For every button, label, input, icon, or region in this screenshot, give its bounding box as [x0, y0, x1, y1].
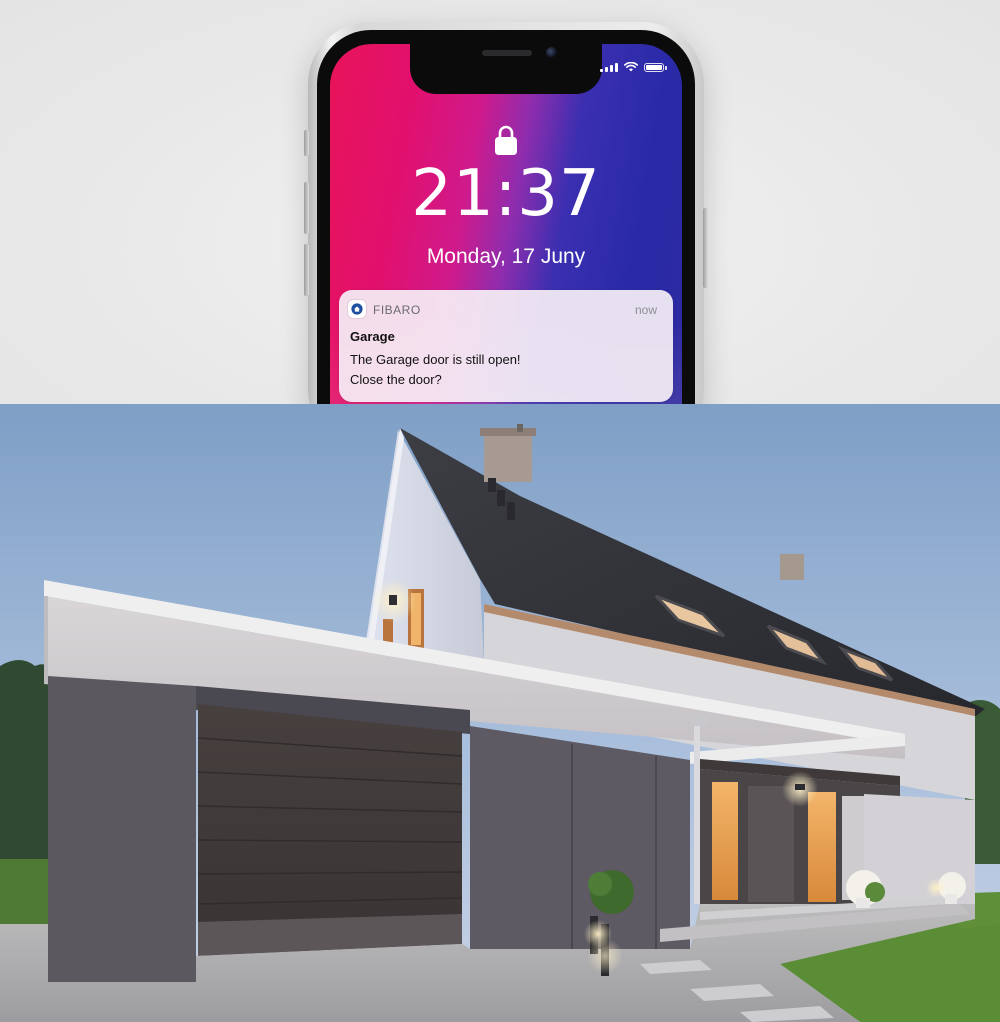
notification-body: The Garage door is still open! Close the… — [350, 350, 650, 390]
lock-icon — [495, 125, 517, 155]
camera-icon — [546, 47, 557, 58]
notch — [410, 44, 602, 94]
side-button — [703, 208, 708, 288]
phone-showcase: 21:37 Monday, 17 Juny FIBARO now Garage … — [0, 0, 1000, 404]
lock-screen-date: Monday, 17 Juny — [426, 245, 586, 268]
status-bar — [600, 62, 667, 72]
speaker — [482, 50, 532, 56]
mute-switch — [304, 130, 309, 156]
fibaro-notification[interactable]: FIBARO now Garage The Garage door is sti… — [339, 290, 673, 402]
battery-icon — [644, 62, 667, 72]
notification-app-name: FIBARO — [373, 303, 421, 317]
notification-body-line: Close the door? — [350, 372, 442, 387]
phone-frame: 21:37 Monday, 17 Juny FIBARO now Garage … — [304, 22, 708, 404]
notification-body-line: The Garage door is still open! — [350, 352, 521, 367]
lock-screen-time: 21:37 — [411, 157, 601, 231]
wifi-icon — [624, 62, 638, 72]
home-icon — [348, 300, 366, 318]
lock-screen: 21:37 Monday, 17 Juny FIBARO now Garage … — [330, 44, 682, 404]
house-with-garage-photo — [0, 404, 1000, 1022]
notification-title: Garage — [350, 329, 395, 344]
volume-down-button — [304, 244, 309, 296]
notification-time: now — [634, 303, 657, 317]
house-illustration — [0, 404, 1000, 1022]
volume-up-button — [304, 182, 309, 234]
signal-icon — [600, 62, 618, 72]
